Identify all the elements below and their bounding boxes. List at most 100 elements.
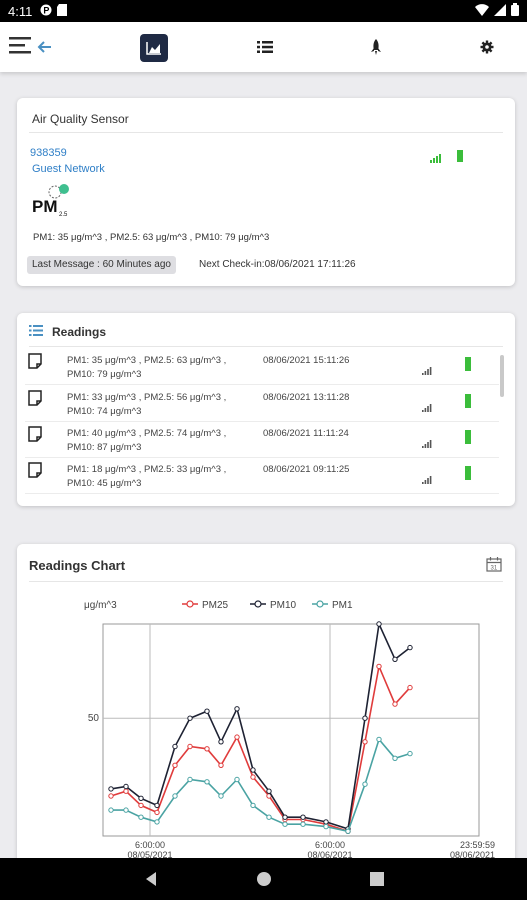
reading-row[interactable]: PM1: 35 μg/m^3 , PM2.5: 63 μg/m^3 , PM10… [25,349,499,385]
readings-card: Readings PM1: 35 μg/m^3 , PM2.5: 63 μg/m… [17,313,515,506]
list-icon [29,323,43,341]
reading-row[interactable]: PM1: 18 μg/m^3 , PM2.5: 33 μg/m^3 , PM10… [25,458,499,494]
data-point-pm10 [323,819,329,825]
data-point-pm1 [218,793,224,799]
data-point-pm25 [407,684,413,691]
data-point-pm10 [362,715,368,721]
back-triangle-icon[interactable] [143,870,161,888]
data-point-pm10 [266,788,272,794]
battery-status-icon [465,394,471,413]
signal-bars-icon [422,362,432,380]
data-point-pm1 [108,807,114,813]
sensor-network-link[interactable]: Guest Network [32,163,105,175]
data-point-pm10 [108,786,114,792]
reading-values: PM1: 40 μg/m^3 , PM2.5: 74 μg/m^3 , [67,428,227,439]
sd-card-icon [57,3,68,19]
data-point-pm1 [376,736,382,743]
reading-values-pm10: PM10: 79 μg/m^3 [67,369,142,380]
reading-timestamp: 08/06/2021 15:11:26 [263,355,350,366]
data-point-pm25 [154,809,160,816]
notification-icon: P [40,4,52,19]
divider [29,346,503,347]
readings-header: Readings [29,323,106,341]
reading-timestamp: 08/06/2021 13:11:28 [263,392,350,403]
legend-label-pm25: PM25 [202,600,229,611]
last-message-badge: Last Message : 60 Minutes ago [27,256,176,274]
arrow-left-icon[interactable] [34,34,54,60]
x-tick-time: 6:00:00 [315,840,345,850]
legend-swatch-dot [316,600,324,608]
legend-label-pm1: PM1 [332,600,353,611]
x-tick-time: 23:59:59 [460,840,495,850]
gear-icon[interactable] [477,34,497,60]
app-toolbar [0,22,527,72]
cell-signal-icon [494,3,506,19]
data-point-pm10 [123,783,129,790]
data-point-pm25 [123,788,129,794]
data-point-pm1 [187,776,193,783]
y-tick-label: 50 [88,713,100,724]
battery-status-icon [465,430,471,449]
data-point-pm1 [250,802,256,809]
battery-icon [511,3,519,19]
data-point-pm25 [204,746,210,752]
status-time: 4:11 [8,3,33,19]
data-point-pm25 [138,802,144,809]
reading-row[interactable]: PM1: 40 μg/m^3 , PM2.5: 74 μg/m^3 , PM10… [25,422,499,458]
data-point-pm1 [154,819,160,825]
reading-values-pm10: PM10: 74 μg/m^3 [67,406,142,417]
document-icon [28,426,42,447]
list-icon[interactable] [255,34,275,60]
x-tick-time: 6:00:00 [135,840,165,850]
data-point-pm1 [123,807,129,813]
data-point-pm10 [154,802,160,809]
data-point-pm25 [234,734,240,740]
area-chart-icon[interactable] [140,34,168,62]
navigation-bar [0,858,527,900]
pm-logo-sub: 2.5 [59,212,68,218]
data-point-pm10 [376,621,382,627]
data-point-pm1 [138,814,144,820]
legend-swatch-dot [186,600,194,608]
readings-title: Readings [52,325,107,339]
data-point-pm1 [345,828,351,834]
data-point-pm10 [392,656,398,663]
rocket-icon[interactable] [366,34,386,60]
legend-swatch-dot [254,600,262,608]
hamburger-icon[interactable] [8,32,34,58]
series-line-pm10 [110,621,411,830]
data-point-pm10 [250,767,256,773]
data-point-pm25 [108,793,114,799]
signal-bars-icon [430,150,442,168]
sensor-latest-values: PM1: 35 μg/m^3 , PM2.5: 63 μg/m^3 , PM10… [33,232,270,243]
data-point-pm10 [138,795,144,802]
data-point-pm10 [172,743,178,750]
data-point-pm1 [204,779,210,785]
document-icon [28,353,42,374]
signal-bars-icon [422,471,432,489]
data-point-pm10 [282,814,288,820]
data-point-pm25 [392,701,398,707]
data-point-pm1 [234,776,240,783]
reading-values: PM1: 18 μg/m^3 , PM2.5: 33 μg/m^3 , [67,464,227,475]
legend-label-pm10: PM10 [270,600,297,611]
sensor-id-link[interactable]: 938359 [30,147,67,159]
wifi-icon [475,3,489,19]
battery-status-icon [457,149,463,167]
data-point-pm1 [407,750,413,757]
readings-scrollbar[interactable] [500,355,504,397]
home-circle-icon[interactable] [255,870,273,888]
data-point-pm25 [362,739,368,745]
signal-bars-icon [422,399,432,417]
reading-timestamp: 08/06/2021 11:11:24 [263,428,349,439]
data-point-pm1 [392,755,398,762]
next-checkin: Next Check-in:08/06/2021 17:11:26 [199,259,356,270]
reading-row[interactable]: PM1: 33 μg/m^3 , PM2.5: 56 μg/m^3 , PM10… [25,386,499,422]
sensor-card: Air Quality Sensor 938359 Guest Network … [17,98,515,286]
reading-timestamp: 08/06/2021 09:11:25 [263,464,350,475]
pm25-logo: PM 2.5 [31,184,71,218]
recents-square-icon[interactable] [368,870,386,888]
pm-logo-text: PM [32,197,58,216]
data-point-pm1 [300,821,306,827]
divider [29,132,503,133]
